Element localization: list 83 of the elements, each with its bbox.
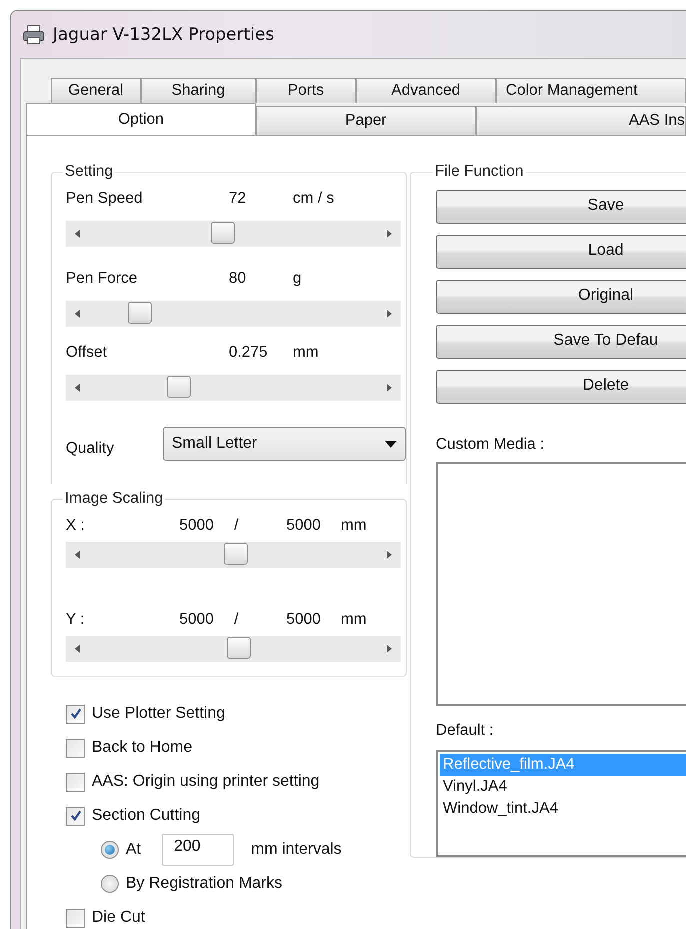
file-button[interactable]: Save To Defau: [436, 325, 686, 359]
printer-icon: [23, 24, 45, 46]
tab[interactable]: Sharing: [141, 78, 256, 103]
quality-label: Quality: [66, 439, 116, 459]
setting-label: Pen Force: [66, 270, 139, 288]
unit-label: cm / s: [293, 190, 334, 208]
checkbox[interactable]: [66, 704, 85, 724]
scale-total: 5000: [286, 611, 321, 629]
left-arrow-icon[interactable]: [74, 550, 82, 560]
list-item[interactable]: Vinyl.JA4: [440, 776, 686, 798]
right-arrow-icon[interactable]: [385, 229, 393, 239]
checkbox-label: Die Cut: [92, 909, 146, 927]
right-arrow-icon[interactable]: [385, 644, 393, 654]
left-arrow-icon[interactable]: [74, 383, 82, 393]
separator: /: [233, 517, 240, 535]
tab[interactable]: General: [51, 78, 141, 103]
slider-thumb[interactable]: [210, 222, 234, 244]
right-arrow-icon[interactable]: [385, 383, 393, 393]
checkbox-label: Back to Home: [92, 739, 192, 757]
slider-thumb[interactable]: [224, 543, 248, 565]
unit-label: mm: [341, 611, 367, 629]
unit-label: mm intervals: [251, 841, 342, 859]
setting-label: Pen Speed: [66, 190, 144, 208]
tab[interactable]: Paper: [256, 106, 476, 135]
slider-track[interactable]: [66, 301, 401, 327]
custom-media-label: Custom Media :: [436, 436, 546, 454]
dropdown-arrow-icon: [385, 440, 397, 448]
setting-value: 0.275: [229, 344, 269, 362]
checkbox-label: Section Cutting: [92, 807, 201, 825]
tab[interactable]: AAS Ins: [476, 106, 686, 135]
slider-thumb[interactable]: [128, 302, 152, 324]
radio-label: By Registration Marks: [126, 875, 282, 893]
file-button[interactable]: Original: [436, 280, 686, 314]
scale-value: 5000: [178, 517, 214, 535]
radio-label: At: [126, 841, 142, 859]
tab[interactable]: Ports: [256, 78, 356, 103]
tab[interactable]: Color Management: [496, 78, 686, 103]
radio-button[interactable]: [101, 841, 119, 859]
right-arrow-icon[interactable]: [385, 550, 393, 560]
list-item[interactable]: Window_tint.JA4: [440, 798, 686, 820]
slider-track[interactable]: [66, 636, 401, 662]
default-label: Default :: [436, 722, 495, 740]
left-arrow-icon[interactable]: [74, 229, 82, 239]
setting-value: 80: [229, 270, 248, 288]
slider-thumb[interactable]: [166, 376, 190, 398]
radio-button[interactable]: [101, 875, 119, 893]
left-arrow-icon[interactable]: [74, 309, 82, 319]
checkbox-label: Use Plotter Setting: [92, 705, 226, 723]
checkbox[interactable]: [66, 908, 85, 928]
checkbox[interactable]: [66, 806, 85, 826]
scale-value: 5000: [178, 611, 214, 629]
file-button[interactable]: Load: [436, 235, 686, 269]
unit-label: mm: [293, 344, 319, 362]
axis-label: X :: [66, 517, 86, 535]
group-title: Setting: [64, 163, 114, 181]
setting-label: Offset: [66, 344, 108, 362]
custom-media-list[interactable]: [436, 462, 686, 706]
group-title: File Function: [434, 163, 525, 181]
left-arrow-icon[interactable]: [74, 644, 82, 654]
unit-label: mm: [341, 517, 367, 535]
axis-label: Y :: [66, 611, 86, 629]
checkbox-label: AAS: Origin using printer setting: [92, 773, 320, 791]
tab[interactable]: Advanced: [356, 78, 496, 103]
slider-track[interactable]: [66, 375, 401, 401]
unit-label: g: [293, 270, 302, 288]
slider-track[interactable]: [66, 542, 401, 568]
separator: /: [233, 611, 240, 629]
file-button[interactable]: Save: [436, 190, 686, 224]
checkbox[interactable]: [66, 772, 85, 792]
checkmark-icon: [70, 810, 82, 822]
slider-track[interactable]: [66, 221, 401, 247]
interval-field[interactable]: 200: [162, 834, 234, 866]
window-title: Jaguar V-132LX Properties: [53, 24, 274, 44]
file-button[interactable]: Delete: [436, 370, 686, 404]
quality-dropdown[interactable]: Small Letter: [163, 427, 406, 461]
checkmark-icon: [70, 708, 82, 720]
tab[interactable]: Option: [26, 103, 256, 135]
scale-total: 5000: [286, 517, 321, 535]
right-arrow-icon[interactable]: [385, 309, 393, 319]
setting-value: 72: [229, 190, 248, 208]
group-title: Image Scaling: [64, 490, 164, 508]
slider-thumb[interactable]: [227, 637, 251, 659]
checkbox[interactable]: [66, 738, 85, 758]
